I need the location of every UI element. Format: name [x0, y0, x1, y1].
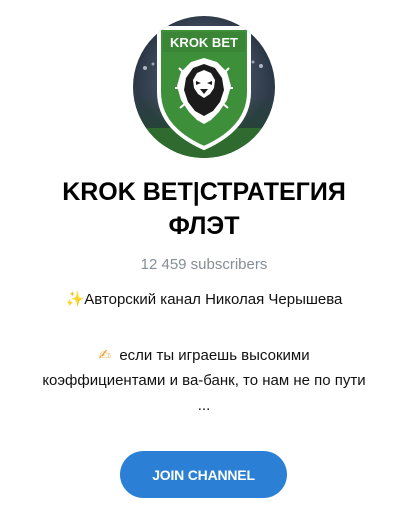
- channel-avatar: KROK BET: [133, 16, 275, 158]
- channel-preview-card: KROK BET KROK BET|СТРАТЕГИЯ ФЛЭТ 12 459 …: [0, 0, 408, 508]
- channel-description: ✨Авторский канал Николая Черышева: [0, 289, 408, 310]
- channel-title-line-1: KROK BET|СТРАТЕГИЯ: [62, 178, 346, 206]
- channel-title-line-2: ФЛЭТ: [168, 212, 240, 240]
- teaser-line-3: ...: [197, 397, 211, 414]
- join-channel-button[interactable]: JOIN CHANNEL: [120, 451, 287, 498]
- sparkles-icon: ✨: [65, 290, 85, 308]
- krok-bet-logo: KROK BET: [133, 16, 275, 158]
- channel-description-text: Авторский канал Николая Черышева: [84, 291, 343, 308]
- subscriber-count: 12 459 subscribers: [140, 256, 268, 273]
- teaser-line-1: ✍ если ты играешь высокими: [0, 343, 408, 368]
- teaser-line-1-text: если ты играешь высокими: [119, 347, 310, 364]
- teaser-line-2: коэффициентами и ва-банк, то нам не по п…: [42, 372, 366, 389]
- logo-text: KROK BET: [170, 35, 238, 50]
- channel-teaser: ✍ если ты играешь высокими коэффициентам…: [0, 343, 408, 418]
- channel-title: KROK BET|СТРАТЕГИЯ ФЛЭТ: [0, 175, 408, 243]
- writing-hand-icon: ✍: [98, 346, 111, 364]
